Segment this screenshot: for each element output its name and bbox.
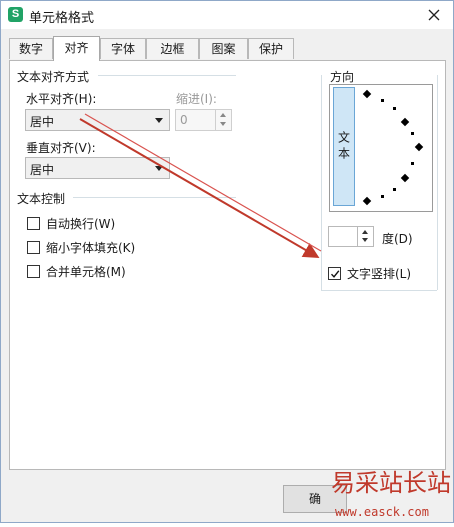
wrap-text-label: 自动换行(W) (46, 217, 116, 231)
dial-dot[interactable] (411, 162, 414, 165)
tab-number[interactable]: 数字 (9, 38, 53, 59)
shrink-to-fit-option[interactable]: 缩小字体填充(K) (27, 239, 135, 256)
horizontal-align-value: 居中 (30, 115, 55, 129)
wrap-text-checkbox[interactable] (27, 217, 40, 230)
tab-alignment[interactable]: 对齐 (53, 36, 100, 61)
spin-up-icon[interactable] (362, 230, 368, 234)
chevron-down-icon (155, 118, 163, 123)
title-bar: S 单元格格式 (1, 1, 453, 29)
dial-marker-icon[interactable] (362, 196, 372, 206)
divider (73, 197, 236, 198)
wps-app-icon: S (8, 7, 23, 22)
merge-cells-option[interactable]: 合并单元格(M) (27, 263, 126, 280)
dial-dot[interactable] (393, 188, 396, 191)
close-button[interactable] (423, 4, 445, 26)
spin-down-icon[interactable] (220, 122, 226, 126)
indent-spinner[interactable]: 0 (175, 109, 232, 131)
dial-marker-icon[interactable] (414, 142, 424, 152)
tab-border[interactable]: 边框 (146, 38, 199, 59)
dial-marker-icon[interactable] (400, 117, 410, 127)
vertical-text-checkbox-label: 文字竖排(L) (347, 267, 412, 281)
cell-format-dialog: S 单元格格式 数字 对齐 字体 边框 图案 保护 文本对齐方式 水平对齐(H)… (0, 0, 454, 523)
chevron-down-icon (155, 166, 163, 171)
dialog-title: 单元格格式 (29, 11, 95, 26)
vertical-align-label: 垂直对齐(V): (26, 141, 96, 155)
orientation-group-title: 方向 (330, 70, 355, 84)
indent-value: 0 (180, 113, 188, 127)
merge-cells-label: 合并单元格(M) (46, 265, 126, 279)
dial-dot[interactable] (381, 99, 384, 102)
watermark-logo: 易采站长站 www.easck.com (331, 469, 451, 519)
vertical-text-label: 文本 (336, 130, 351, 163)
tab-protection[interactable]: 保护 (248, 38, 294, 59)
vertical-align-value: 居中 (30, 163, 55, 177)
vertical-text-option[interactable]: 文字竖排(L) (328, 265, 411, 282)
horizontal-align-label: 水平对齐(H): (26, 92, 97, 106)
checkmark-icon (330, 269, 339, 278)
text-alignment-group-title: 文本对齐方式 (17, 70, 90, 84)
text-control-group-title: 文本控制 (17, 192, 66, 206)
degree-label: 度(D) (382, 232, 413, 246)
dial-marker-icon[interactable] (362, 89, 372, 99)
merge-cells-checkbox[interactable] (27, 265, 40, 278)
shrink-to-fit-checkbox[interactable] (27, 241, 40, 254)
shrink-to-fit-label: 缩小字体填充(K) (46, 241, 136, 255)
spin-down-icon[interactable] (362, 238, 368, 242)
indent-label: 缩进(I): (176, 92, 217, 106)
dial-dot[interactable] (411, 132, 414, 135)
orientation-box[interactable]: 文本 (329, 84, 433, 212)
spin-up-icon[interactable] (220, 113, 226, 117)
vertical-align-select[interactable]: 居中 (25, 157, 170, 179)
divider (321, 290, 437, 291)
divider (321, 75, 322, 290)
vertical-text-button[interactable]: 文本 (333, 87, 355, 206)
close-icon (428, 9, 440, 21)
divider (98, 75, 236, 76)
vertical-text-checkbox[interactable] (328, 267, 341, 280)
dial-marker-icon[interactable] (400, 173, 410, 183)
alignment-panel: 文本对齐方式 水平对齐(H): 居中 缩进(I): 0 垂直对齐(V): 居中 … (9, 60, 446, 470)
wrap-text-option[interactable]: 自动换行(W) (27, 215, 115, 232)
svg-text:易采站长站: 易采站长站 (331, 469, 451, 497)
horizontal-align-select[interactable]: 居中 (25, 109, 170, 131)
dial-dot[interactable] (393, 107, 396, 110)
tab-font[interactable]: 字体 (100, 38, 146, 59)
degree-spinner[interactable] (328, 226, 374, 247)
watermark: 易采站长站 www.easck.com (323, 461, 454, 524)
svg-text:www.easck.com: www.easck.com (335, 505, 429, 519)
divider (437, 75, 438, 290)
tab-patterns[interactable]: 图案 (199, 38, 248, 59)
dial-dot[interactable] (381, 195, 384, 198)
